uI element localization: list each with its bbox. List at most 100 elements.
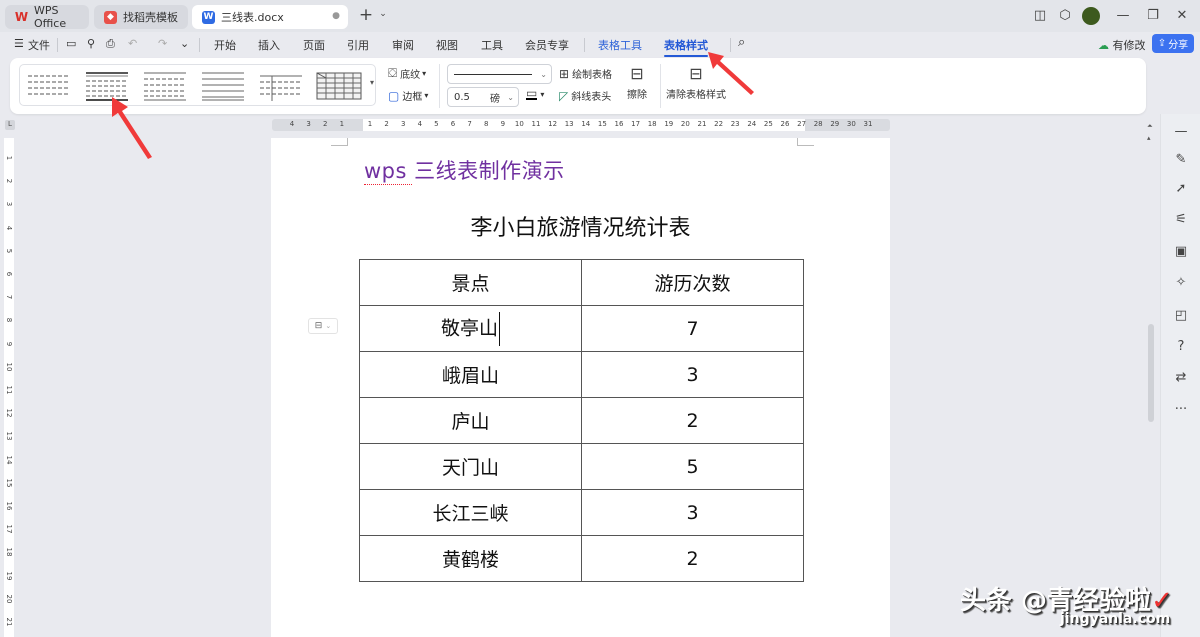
shading-button[interactable]: ⛋ 底纹 ▾ — [388, 66, 426, 81]
select-cursor-icon[interactable]: ➚ — [1171, 181, 1191, 196]
redo-icon[interactable]: ↷ — [158, 37, 167, 50]
next-page-icon[interactable]: ▴ — [1147, 134, 1151, 142]
table-cell[interactable]: 黄鹤楼 — [359, 535, 582, 582]
tab-list-chevron-icon[interactable]: ⌄ — [373, 9, 393, 19]
tools-icon[interactable]: ✧ — [1171, 275, 1191, 290]
tab-document[interactable]: W 三线表.docx ● — [192, 5, 348, 29]
more-icon[interactable]: ··· — [1171, 402, 1191, 417]
document-heading[interactable]: wps 三线表制作演示 — [364, 155, 565, 185]
horizontal-ruler[interactable]: 4 3 2 1 1 2 3 4 5 6 7 8 9 10 11 12 13 14 15 16 17 18 19 20 21 22 2… — [272, 119, 890, 131]
document-page[interactable]: wps 三线表制作演示 李小白旅游情况统计表 ⊟ ⌄ 景点 游历次数 敬亭山 7 … — [271, 138, 890, 637]
header-cell[interactable]: 景点 — [359, 259, 582, 306]
tab-stop-selector[interactable]: L — [5, 120, 15, 130]
table-title[interactable]: 李小白旅游情况统计表 — [271, 210, 890, 242]
print-preview-icon[interactable]: ⎙ — [106, 37, 115, 51]
table-cell[interactable]: 2 — [581, 535, 804, 582]
help-icon[interactable]: ? — [1171, 339, 1191, 354]
adjust-sliders-icon[interactable]: ⚟ — [1171, 212, 1191, 227]
quick-access-chevron-icon[interactable]: ⌄ — [180, 37, 189, 50]
close-icon[interactable]: ✕ — [1172, 8, 1192, 23]
line-weight-select[interactable]: 0.5 磅 ⌄ — [447, 87, 519, 107]
table-cell[interactable]: 庐山 — [359, 397, 582, 444]
ruler-tick: 31 — [863, 120, 873, 128]
pen-icon[interactable]: ✎ — [1171, 152, 1191, 167]
draw-table-button[interactable]: ⊞ 绘制表格 — [559, 66, 612, 82]
undo-icon[interactable]: ↶ — [128, 37, 137, 50]
share-button[interactable]: ⇪ 分享 — [1152, 34, 1194, 53]
vertical-scrollbar[interactable]: ⏶ ▴ — [1146, 122, 1156, 637]
ruler-tick: 10 — [514, 120, 524, 128]
menu-table-tools[interactable]: 表格工具 — [598, 37, 642, 53]
menu-bar: ☰ 文件 ▭ ⚲ ⎙ ↶ ↷ ⌄ 开始 插入 页面 引用 审阅 视图 工具 会员… — [0, 32, 1200, 57]
menu-member[interactable]: 会员专享 — [525, 37, 569, 53]
pen-color-button[interactable]: ▭ ▾ — [526, 86, 544, 100]
table-row: 庐山 2 — [359, 397, 804, 444]
ruler-tick: 2 — [5, 178, 13, 184]
sidebar-toggle-icon[interactable]: ◫ — [1030, 8, 1050, 23]
data-table[interactable]: 景点 游历次数 敬亭山 7 峨眉山 3 庐山 2 天门山 5 长江三峡 3 黄鹤… — [359, 259, 804, 582]
ruler-tick: 3 — [400, 120, 406, 128]
gallery-expand-icon[interactable]: ▾ — [370, 78, 374, 87]
menu-references[interactable]: 引用 — [347, 37, 369, 53]
minimize-icon[interactable]: — — [1113, 8, 1133, 23]
menu-home[interactable]: 开始 — [214, 37, 236, 53]
erase-button[interactable]: ⊟ 擦除 — [627, 64, 647, 101]
divider — [439, 64, 440, 108]
translate-icon[interactable]: ⇄ — [1171, 370, 1191, 385]
ruler-tick: 25 — [763, 120, 773, 128]
pen-color-icon: ▭ — [526, 86, 538, 100]
table-cell[interactable]: 3 — [581, 351, 804, 398]
ruler-tick: 15 — [597, 120, 607, 128]
diagonal-header-button[interactable]: ◸ 斜线表头 — [559, 88, 611, 104]
collapse-icon[interactable]: — — [1171, 124, 1191, 139]
vertical-ruler[interactable]: 1 2 3 4 5 6 7 8 9 10 11 12 13 14 15 16 17 18 19 20 21 — [4, 138, 14, 637]
menu-view[interactable]: 视图 — [436, 37, 458, 53]
table-style-option[interactable] — [200, 71, 246, 101]
table-cell[interactable]: 2 — [581, 397, 804, 444]
ruler-tick: 2 — [384, 120, 389, 128]
margin-mark — [331, 145, 348, 146]
table-cell[interactable]: 7 — [581, 305, 804, 352]
scrollbar-thumb[interactable] — [1148, 324, 1154, 422]
table-cell[interactable]: 3 — [581, 489, 804, 536]
menu-insert[interactable]: 插入 — [258, 37, 280, 53]
menu-file[interactable]: 文件 — [28, 37, 50, 53]
tab-wps-office[interactable]: W WPS Office — [5, 4, 89, 30]
ruler-tick: 22 — [714, 120, 724, 128]
line-style-select[interactable]: ⌄ — [447, 64, 552, 84]
prev-page-icon[interactable]: ⏶ — [1147, 122, 1153, 131]
header-cell[interactable]: 游历次数 — [581, 259, 804, 306]
restore-icon[interactable]: ❐ — [1143, 8, 1163, 23]
menu-tools[interactable]: 工具 — [481, 37, 503, 53]
menu-page[interactable]: 页面 — [303, 37, 325, 53]
table-cell[interactable]: 长江三峡 — [359, 489, 582, 536]
table-layout-handle[interactable]: ⊟ ⌄ — [308, 318, 338, 334]
ruler-tick: 6 — [5, 271, 13, 277]
ruler-tick: 24 — [747, 120, 757, 128]
link-icon[interactable]: ⚲ — [87, 37, 95, 50]
border-button[interactable]: ▢ 边框 ▾ — [388, 88, 428, 104]
menu-review[interactable]: 审阅 — [392, 37, 414, 53]
line-style-preview — [454, 73, 532, 75]
table-cell[interactable]: 峨眉山 — [359, 351, 582, 398]
hamburger-menu-icon[interactable]: ☰ — [14, 37, 24, 50]
ruler-tick: 9 — [500, 120, 506, 128]
modified-status[interactable]: ☁ 有修改 — [1098, 37, 1146, 53]
ruler-tick: 7 — [5, 294, 13, 300]
tab-docer-template[interactable]: ◆ 找稻壳模板 — [94, 5, 188, 29]
ruler-tick: 29 — [830, 120, 840, 128]
table-header-row: 景点 游历次数 — [359, 259, 804, 306]
table-cell[interactable]: 敬亭山 — [359, 305, 582, 352]
tab-label: 三线表.docx — [221, 11, 284, 24]
map-search-icon[interactable]: ◰ — [1171, 308, 1191, 323]
table-style-option[interactable] — [26, 71, 72, 101]
image-icon[interactable]: ▣ — [1171, 244, 1191, 259]
table-cell[interactable]: 5 — [581, 443, 804, 490]
ruler-tick: 4 — [5, 225, 13, 230]
table-cell[interactable]: 天门山 — [359, 443, 582, 490]
avatar[interactable] — [1082, 7, 1100, 25]
table-style-option[interactable] — [258, 71, 304, 101]
cube-icon[interactable]: ⬡ — [1055, 8, 1075, 23]
table-style-option[interactable] — [316, 71, 362, 101]
save-icon[interactable]: ▭ — [66, 37, 76, 50]
